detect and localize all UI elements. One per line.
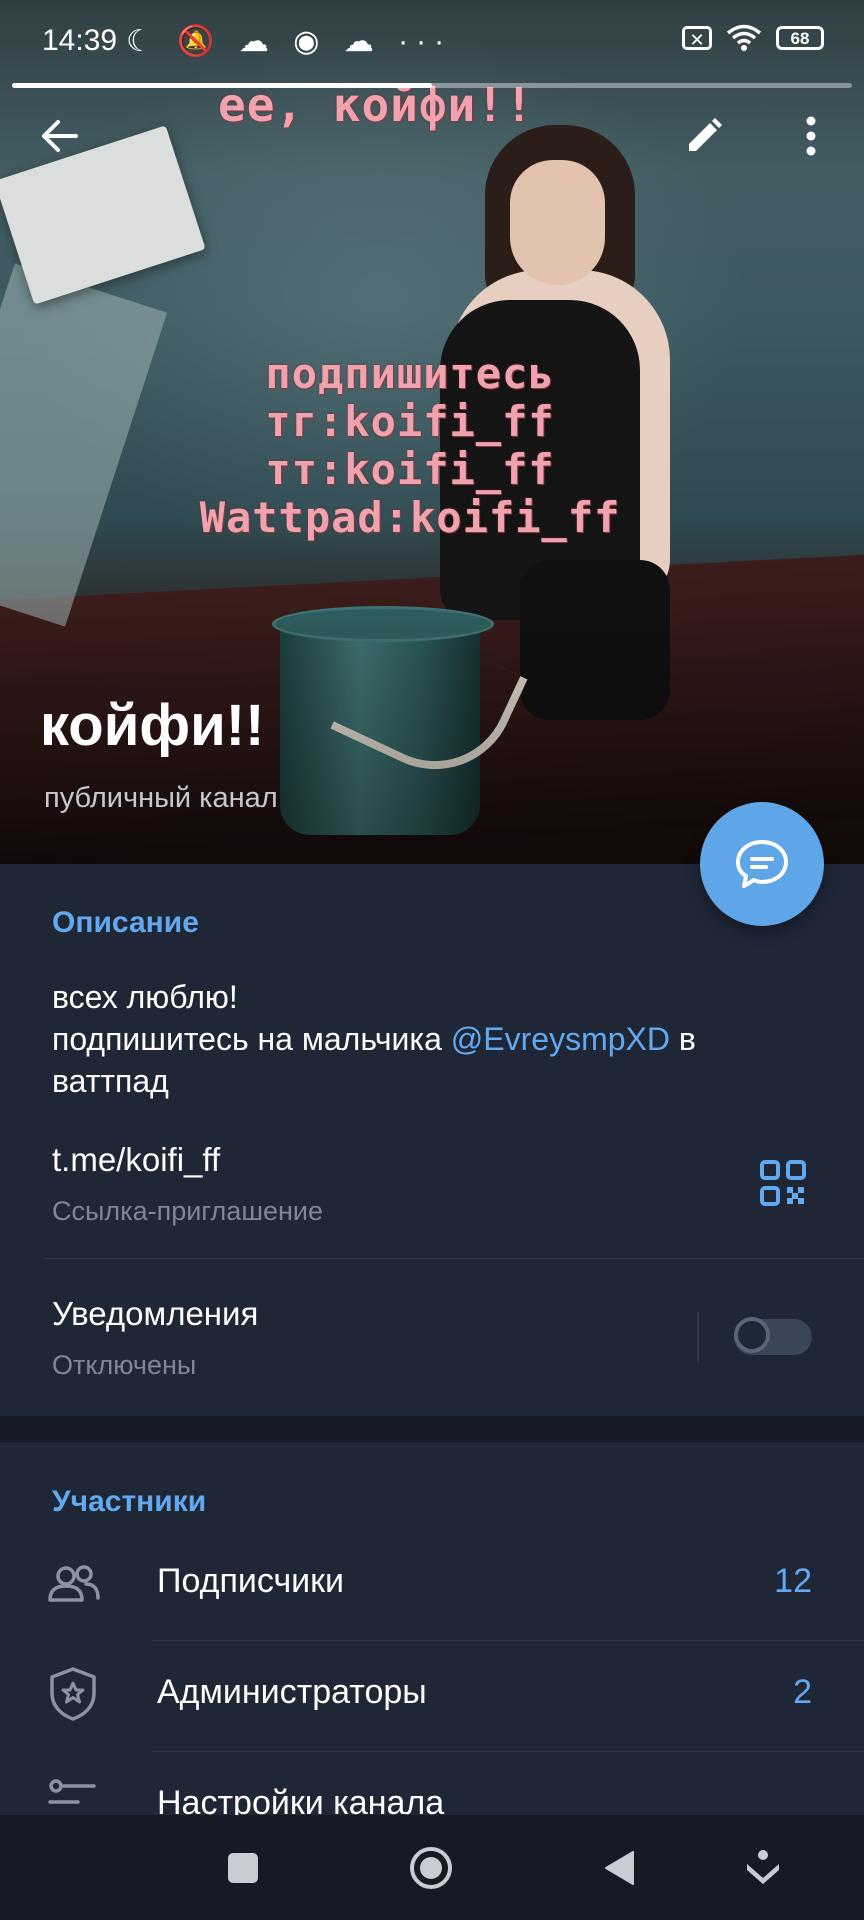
channel-description: всех люблю! подпишитесь на мальчика @Evr… [52, 979, 696, 1099]
edit-button[interactable] [672, 104, 736, 168]
people-icon [48, 1565, 100, 1602]
square-icon [228, 1853, 258, 1883]
battery-icon: 68 [776, 26, 824, 50]
subscribers-label: Подписчики [157, 1562, 345, 1600]
home-circle-icon [410, 1847, 452, 1889]
divider [697, 1312, 699, 1362]
subscribers-count: 12 [774, 1562, 812, 1600]
download-arrow-icon [747, 1850, 779, 1884]
recents-button[interactable] [214, 1839, 272, 1897]
photo-overlay-caption: подпишитесь тг:koifi_ff тт:koifi_ff Watt… [199, 349, 621, 542]
status-bar: 14:39 ☾ 🔕 ☁ ◉ ☁ ··· ✕ 68 [0, 0, 864, 86]
divider [44, 1258, 864, 1259]
status-time: 14:39 [42, 24, 118, 57]
section-separator [0, 1416, 864, 1442]
more-vertical-icon [806, 116, 816, 156]
notifications-title: Уведомления [52, 1295, 259, 1332]
divider [152, 1751, 864, 1752]
mention-link[interactable]: @EvreysmpXD [451, 1021, 670, 1057]
chat-bubble-icon [736, 840, 788, 888]
divider [152, 1640, 864, 1641]
photo-progress-bar [12, 83, 852, 88]
assistant-button[interactable] [734, 1839, 792, 1897]
more-options-button[interactable] [779, 104, 843, 168]
channel-title: койфи!! [40, 693, 265, 758]
description-heading: Описание [52, 906, 199, 939]
no-sim-icon: ✕ [682, 26, 712, 50]
open-chat-button[interactable] [700, 802, 824, 926]
home-button[interactable] [402, 1839, 460, 1897]
system-navigation-bar [0, 1815, 864, 1920]
invite-link-value[interactable]: t.me/koifi_ff [52, 1141, 220, 1179]
channel-type: публичный канал [44, 782, 278, 814]
triangle-back-icon [605, 1851, 634, 1885]
admin-shield-icon [50, 1667, 96, 1721]
qr-code-icon[interactable] [760, 1160, 806, 1206]
notification-icons: ☾ 🔕 ☁ ◉ ☁ ··· [126, 25, 453, 58]
back-button[interactable] [28, 104, 92, 168]
arrow-left-icon [42, 120, 78, 152]
back-nav-button[interactable] [590, 1839, 648, 1897]
pencil-icon [689, 118, 722, 151]
administrators-label: Администраторы [157, 1673, 427, 1711]
administrators-count: 2 [793, 1673, 812, 1711]
wifi-icon [726, 24, 762, 51]
invite-link-label: Ссылка-приглашение [52, 1196, 324, 1226]
members-heading: Участники [52, 1485, 207, 1518]
notifications-toggle[interactable] [734, 1317, 812, 1355]
notifications-state: Отключены [52, 1350, 197, 1380]
